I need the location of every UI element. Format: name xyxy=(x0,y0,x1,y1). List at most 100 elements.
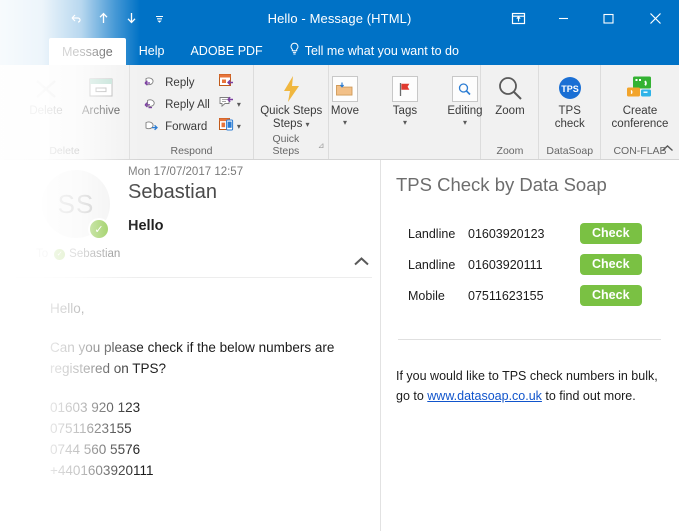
message-recipients: To ✓ Sebastian xyxy=(36,248,120,260)
customize-quick-access-toolbar-icon[interactable] xyxy=(146,5,172,31)
archive-button[interactable]: Archive xyxy=(75,69,127,118)
addin-footer-text: If you would like to TPS check numbers i… xyxy=(396,366,663,406)
tab-adobe-pdf-label: ADOBE PDF xyxy=(190,43,263,58)
body-phone-numbers: 01603 920 123 07511623155 0744 560 5576 … xyxy=(50,397,358,481)
ribbon-group-move-tags-editing-label xyxy=(333,157,476,159)
datasoap-link[interactable]: www.datasoap.co.uk xyxy=(427,389,542,403)
phone-number: 0744 560 5576 xyxy=(50,442,141,457)
delete-button-label: Delete xyxy=(29,105,63,117)
forward-button[interactable]: Forward xyxy=(140,116,213,137)
check-button[interactable]: Check xyxy=(580,223,642,244)
tps-check-addin-pane: TPS Check by Data Soap Landline 01603920… xyxy=(382,160,679,531)
message-date: Mon 17/07/2017 12:57 xyxy=(128,166,244,178)
archive-button-label: Archive xyxy=(81,105,121,117)
create-conference-label-line2: conference xyxy=(611,118,669,130)
presence-available-small-icon: ✓ xyxy=(54,248,66,260)
phone-number-value: 01603920111 xyxy=(468,257,543,272)
ribbon-group-respond-label: Respond xyxy=(170,145,213,157)
tags-caret-icon[interactable]: ▾ xyxy=(403,119,407,127)
outlook-message-window: Hello - Message (HTML) Message Help ADOB… xyxy=(0,0,679,531)
avatar-initials: SS xyxy=(57,188,95,219)
zoom-magnifier-icon xyxy=(495,73,525,105)
lightning-bolt-icon xyxy=(280,73,302,105)
tell-me-label: Tell me what you want to do xyxy=(304,43,459,58)
tab-message[interactable]: Message xyxy=(49,38,126,65)
expand-header-chevron-icon[interactable] xyxy=(353,255,370,270)
quick-steps-label-line2: Steps ▾ xyxy=(272,118,310,130)
message-sender[interactable]: Sebastian xyxy=(128,181,217,204)
create-conference-button[interactable]: Create conference xyxy=(605,69,675,131)
quick-access-toolbar xyxy=(62,5,172,31)
tags-button-label: Tags xyxy=(392,105,418,117)
presence-available-icon: ✓ xyxy=(88,218,110,240)
move-down-icon[interactable] xyxy=(118,5,144,31)
move-folder-icon xyxy=(331,73,358,105)
body-greeting: Hello, xyxy=(50,301,85,316)
message-subject: Hello xyxy=(128,218,164,234)
addin-divider xyxy=(398,339,661,340)
more-respond-button[interactable]: ▾ xyxy=(216,116,243,137)
zoom-button[interactable]: Zoom xyxy=(484,69,536,118)
tps-check-button[interactable]: TPS TPS check xyxy=(544,69,596,131)
tags-button[interactable]: Tags ▾ xyxy=(379,69,431,127)
move-button[interactable]: Move ▾ xyxy=(319,69,371,127)
delete-button[interactable]: Delete xyxy=(20,69,72,118)
ribbon-group-delete: Delete Archive Delete xyxy=(0,65,130,159)
collapse-ribbon-icon[interactable] xyxy=(661,144,674,156)
addin-title: TPS Check by Data Soap xyxy=(396,174,607,195)
check-cell: Check xyxy=(580,280,663,311)
number-type: Mobile xyxy=(408,288,445,303)
tps-check-label-line1: TPS xyxy=(558,105,581,117)
meeting-icon xyxy=(218,72,235,93)
svg-text:TPS: TPS xyxy=(561,84,579,94)
reply-icon xyxy=(143,74,160,92)
reply-button[interactable]: Reply xyxy=(140,72,213,93)
quick-steps-group-title: Quick Steps xyxy=(272,133,300,157)
archive-box-icon xyxy=(86,73,116,105)
maximize-icon[interactable] xyxy=(586,0,631,36)
phone-number-value: 07511623155 xyxy=(468,288,544,303)
tps-badge-icon: TPS xyxy=(555,73,585,105)
ribbon: Delete Archive Delete Reply Reply All Fo… xyxy=(0,65,679,160)
ribbon-group-respond: Reply Reply All Forward ▾ ▾ Respond xyxy=(130,65,255,159)
editing-caret-icon[interactable]: ▾ xyxy=(463,119,467,127)
tab-strip-spacer xyxy=(0,36,49,65)
window-controls xyxy=(496,0,679,36)
check-cell: Check xyxy=(580,218,663,249)
ribbon-tab-strip: Message Help ADOBE PDF Tell me what you … xyxy=(0,36,679,65)
move-up-icon[interactable] xyxy=(90,5,116,31)
tab-help[interactable]: Help xyxy=(126,36,178,65)
move-caret-icon[interactable]: ▾ xyxy=(343,119,347,127)
header-divider xyxy=(16,277,372,278)
move-button-label: Move xyxy=(330,105,360,117)
tab-adobe-pdf[interactable]: ADOBE PDF xyxy=(177,36,275,65)
ribbon-group-zoom-label: Zoom xyxy=(496,145,524,157)
close-icon[interactable] xyxy=(631,0,679,36)
minimize-icon[interactable] xyxy=(541,0,586,36)
zoom-button-label: Zoom xyxy=(495,105,525,117)
phone-number-value: 01603920123 xyxy=(468,226,545,241)
check-button[interactable]: Check xyxy=(580,285,642,306)
ribbon-group-zoom: Zoom Zoom xyxy=(481,65,540,159)
number-type: Landline xyxy=(408,257,456,272)
im-reply-button[interactable]: ▾ xyxy=(216,94,243,115)
more-respond-caret-icon[interactable]: ▾ xyxy=(237,123,241,131)
im-reply-caret-icon[interactable]: ▾ xyxy=(237,101,241,109)
tps-results-table: Landline 01603920123 Check Landline 0160… xyxy=(396,218,663,311)
quick-steps-button[interactable]: Quick Steps Steps ▾ xyxy=(259,69,323,131)
undo-icon[interactable] xyxy=(62,5,88,31)
meeting-button[interactable] xyxy=(216,72,243,93)
tell-me-search[interactable]: Tell me what you want to do xyxy=(276,36,472,65)
ribbon-group-datasoap-label: DataSoap xyxy=(546,145,594,157)
recipient-name: Sebastian xyxy=(69,248,121,260)
number-type: Landline xyxy=(408,226,456,241)
reply-all-button[interactable]: Reply All xyxy=(140,94,213,115)
ribbon-display-options-icon[interactable] xyxy=(496,0,541,36)
table-row: Mobile 07511623155 Check xyxy=(396,280,663,311)
to-label: To xyxy=(36,248,49,260)
recipient-chip[interactable]: ✓ Sebastian xyxy=(54,248,120,260)
magnifier-editing-icon xyxy=(451,73,478,105)
quick-steps-caret-icon[interactable]: ▾ xyxy=(306,120,310,129)
check-button[interactable]: Check xyxy=(580,254,642,275)
lightbulb-icon xyxy=(289,42,300,59)
